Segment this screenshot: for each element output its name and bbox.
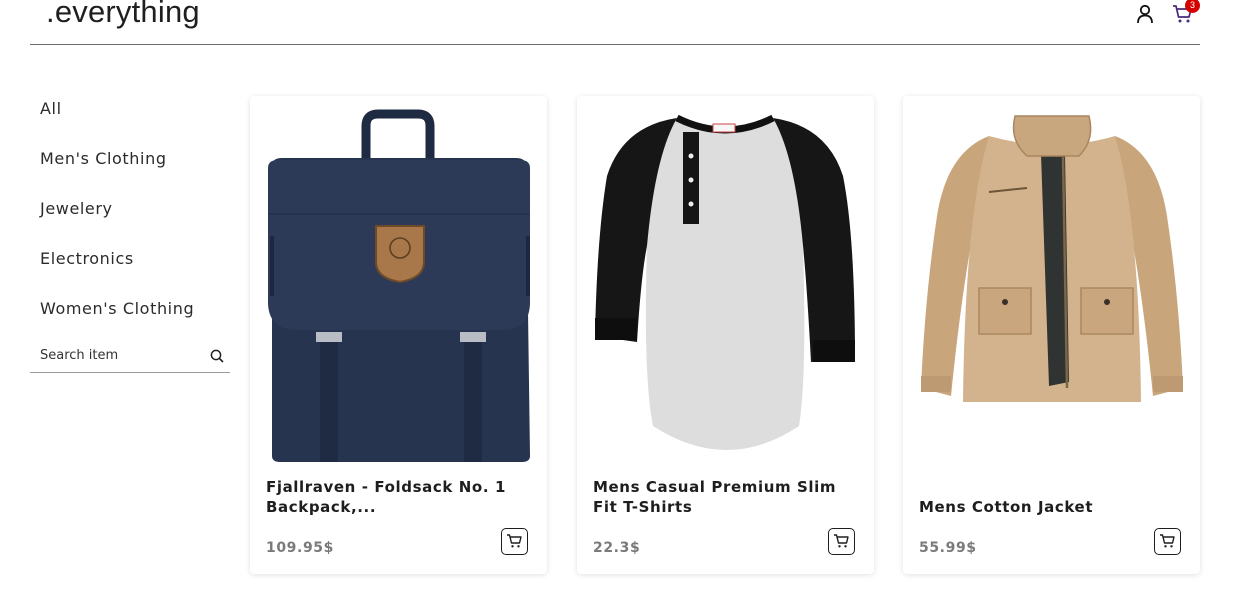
sidebar-item-all[interactable]: All: [30, 88, 230, 138]
logo[interactable]: .everything: [46, 0, 200, 30]
product-card[interactable]: Fjallraven - Foldsack No. 1 Backpack,...…: [250, 96, 547, 574]
product-price: 22.3$: [593, 540, 641, 556]
add-to-cart-icon: [507, 534, 522, 548]
product-title[interactable]: Mens Cotton Jacket: [919, 497, 1179, 517]
category-sidebar: All Men's Clothing Jewelery Electronics …: [30, 88, 230, 373]
product-title[interactable]: Fjallraven - Foldsack No. 1 Backpack,...: [266, 477, 526, 517]
search-icon[interactable]: [210, 349, 224, 363]
product-price: 55.99$: [919, 540, 977, 556]
search-input[interactable]: [40, 344, 200, 366]
sidebar-item-womens-clothing[interactable]: Women's Clothing: [30, 288, 230, 338]
page: .everything 3 All Men's Clothing Jeweler…: [0, 0, 1236, 589]
sidebar-item-jewelery[interactable]: Jewelery: [30, 188, 230, 238]
product-image-backpack[interactable]: [250, 96, 547, 466]
add-to-cart-button[interactable]: [828, 528, 855, 555]
product-card[interactable]: Mens Cotton Jacket 55.99$: [903, 96, 1200, 574]
cart-count-badge: 3: [1185, 0, 1200, 13]
product-image-tshirt[interactable]: [577, 96, 874, 466]
user-icon[interactable]: [1136, 4, 1154, 24]
header: .everything 3: [30, 0, 1200, 45]
product-price: 109.95$: [266, 540, 334, 556]
add-to-cart-icon: [834, 534, 849, 548]
product-card[interactable]: Mens Casual Premium Slim Fit T-Shirts 22…: [577, 96, 874, 574]
product-title[interactable]: Mens Casual Premium Slim Fit T-Shirts: [593, 477, 853, 517]
add-to-cart-button[interactable]: [1154, 528, 1181, 555]
add-to-cart-button[interactable]: [501, 528, 528, 555]
add-to-cart-icon: [1160, 534, 1175, 548]
product-image-jacket[interactable]: [903, 96, 1200, 466]
search-bar: [30, 338, 230, 373]
sidebar-item-mens-clothing[interactable]: Men's Clothing: [30, 138, 230, 188]
cart-button[interactable]: 3: [1172, 0, 1200, 24]
sidebar-item-electronics[interactable]: Electronics: [30, 238, 230, 288]
